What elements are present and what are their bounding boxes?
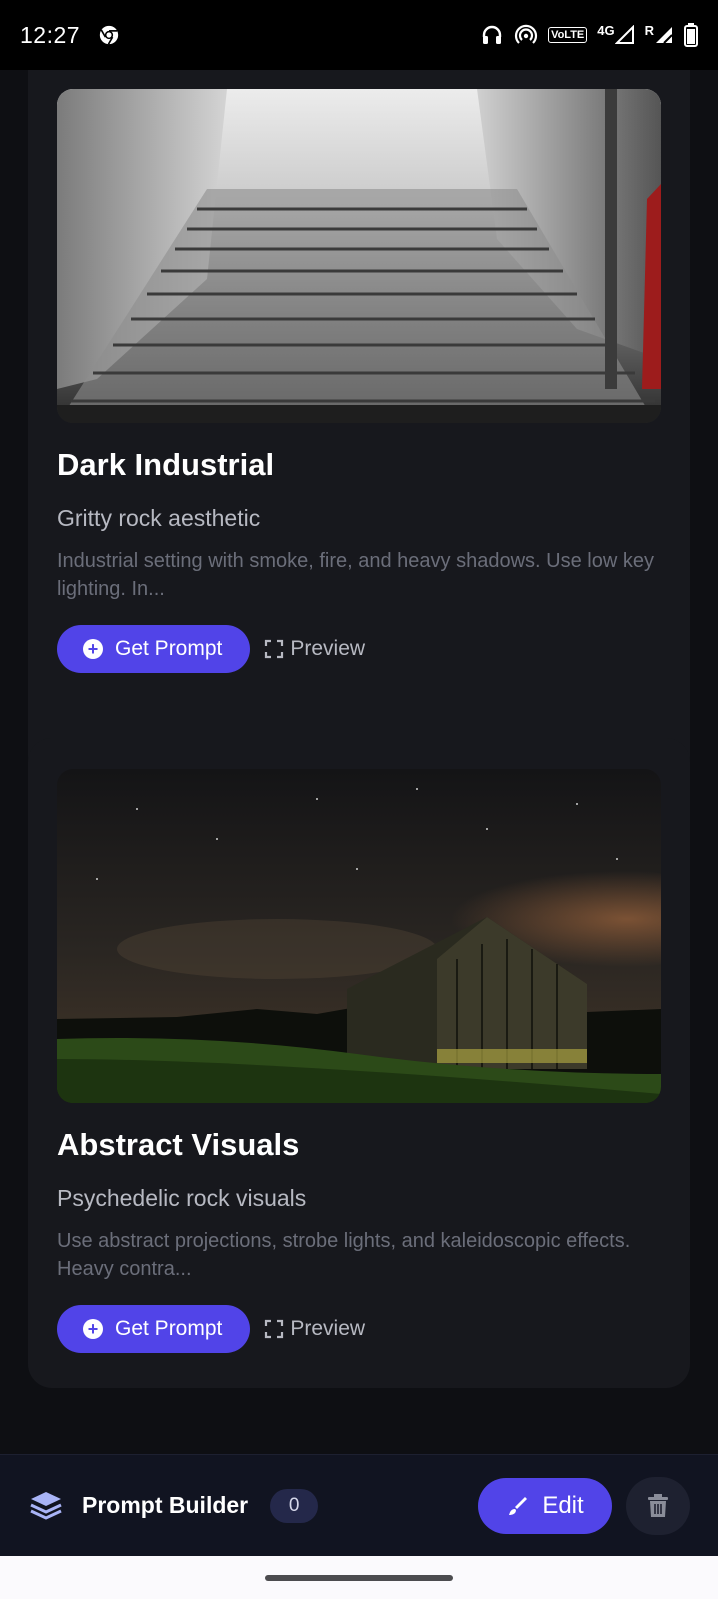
add-circle-icon: +	[83, 639, 103, 659]
trash-icon	[647, 1493, 669, 1518]
brush-icon	[506, 1494, 530, 1518]
card-text: Dark Industrial Gritty rock aesthetic In…	[57, 445, 661, 673]
battery-icon	[684, 23, 698, 47]
status-time: 12:27	[20, 21, 81, 48]
card-text: Abstract Visuals Psychedelic rock visual…	[57, 1125, 661, 1353]
fullscreen-icon	[264, 1319, 284, 1339]
card-description: Industrial setting with smoke, fire, and…	[57, 550, 654, 600]
clear-button[interactable]	[626, 1476, 690, 1535]
card-title: Abstract Visuals	[57, 1127, 300, 1162]
network-type-label: 4G	[597, 22, 615, 38]
fullscreen-icon	[264, 639, 284, 659]
network-signal-4g: 4G	[597, 22, 634, 45]
card-actions: + Get Prompt Preview	[57, 1305, 661, 1353]
card-subtitle: Gritty rock aesthetic	[57, 505, 261, 531]
card-list[interactable]: Dark Industrial Gritty rock aesthetic In…	[0, 70, 718, 1454]
style-card: Dark Industrial Gritty rock aesthetic In…	[28, 70, 690, 780]
card-title: Dark Industrial	[57, 447, 275, 482]
get-prompt-button[interactable]: + Get Prompt	[57, 625, 251, 673]
volte-badge: VoLTE	[548, 27, 588, 43]
get-prompt-label: Get Prompt	[115, 1317, 223, 1340]
status-bar: 12:27 VoLTE 4G R	[0, 0, 718, 70]
prompt-builder-title: Prompt Builder	[82, 1492, 249, 1518]
edit-label: Edit	[542, 1491, 584, 1519]
home-handle[interactable]	[265, 1574, 453, 1581]
card-subtitle: Psychedelic rock visuals	[57, 1185, 307, 1211]
preview-button[interactable]: Preview	[264, 1317, 365, 1341]
style-card: Abstract Visuals Psychedelic rock visual…	[28, 738, 690, 1388]
chrome-icon	[98, 24, 120, 46]
hotspot-icon	[514, 23, 538, 47]
card-image-staircase	[57, 89, 661, 423]
get-prompt-button[interactable]: + Get Prompt	[57, 1305, 251, 1353]
roaming-label: R	[644, 22, 654, 38]
edit-button[interactable]: Edit	[478, 1477, 612, 1534]
roaming-signal: R	[644, 22, 674, 45]
card-description: Use abstract projections, strobe lights,…	[57, 1230, 631, 1280]
prompt-builder-bar: Prompt Builder 0 Edit	[0, 1454, 718, 1556]
layers-icon	[28, 1488, 64, 1524]
headphones-icon	[480, 23, 504, 47]
gesture-nav-area	[0, 1556, 718, 1599]
preview-label: Preview	[290, 1317, 366, 1340]
card-image-barn	[57, 769, 661, 1103]
preview-label: Preview	[290, 637, 366, 660]
get-prompt-label: Get Prompt	[115, 637, 223, 660]
add-circle-icon: +	[83, 1319, 103, 1339]
preview-button[interactable]: Preview	[264, 637, 365, 661]
card-actions: + Get Prompt Preview	[57, 625, 661, 673]
prompt-count-badge: 0	[270, 1488, 319, 1523]
